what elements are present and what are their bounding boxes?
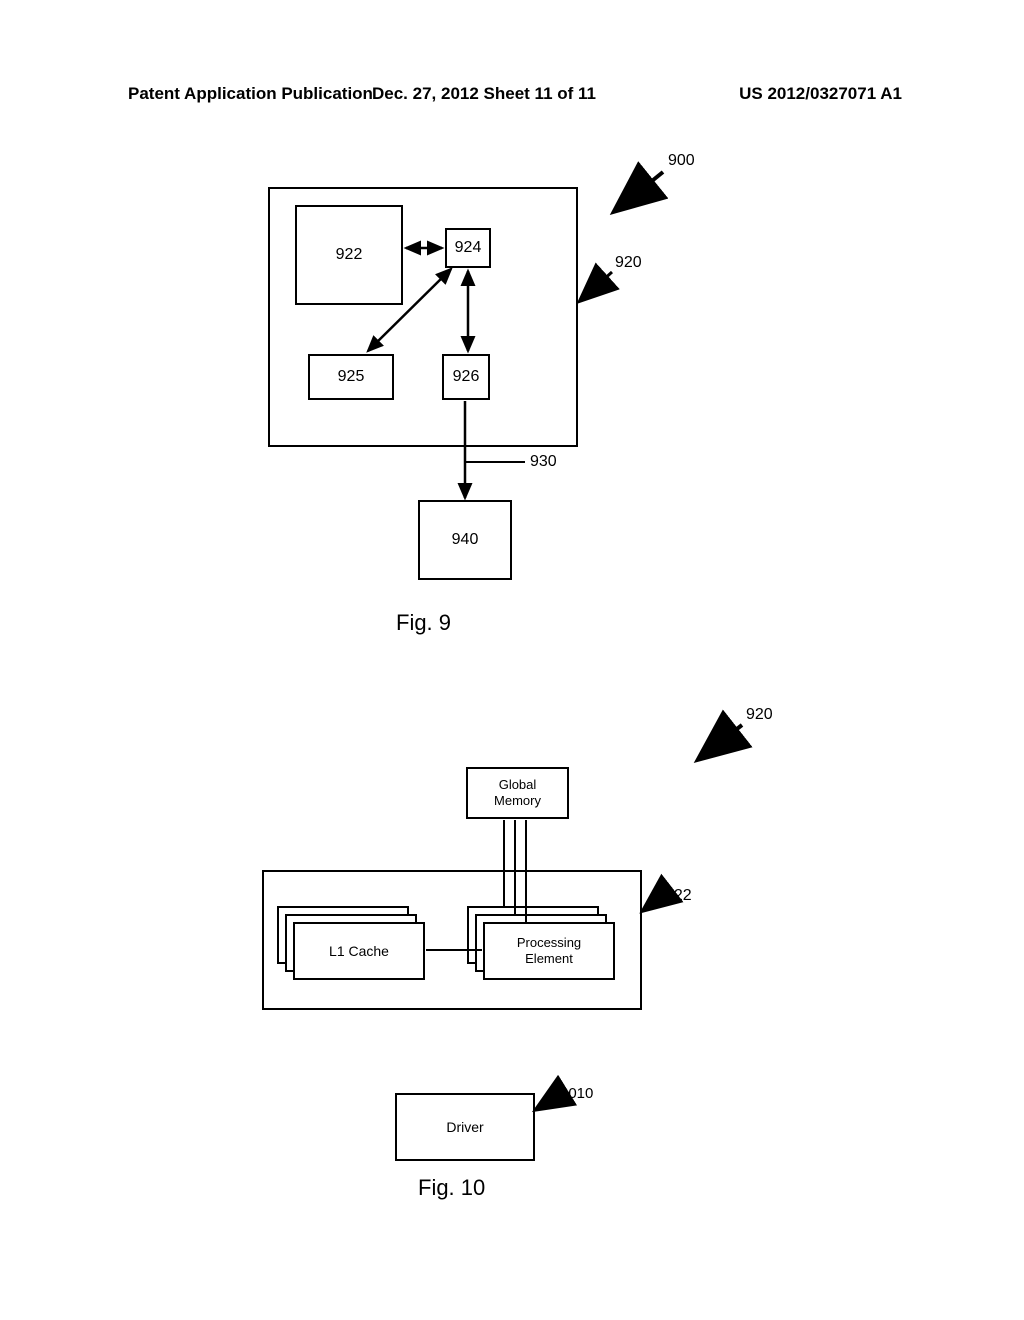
figures-container: 922 924 925 926 940 900 920 930 Fig. 9 — [0, 0, 1024, 1320]
fig10-arrows — [0, 0, 1024, 1320]
